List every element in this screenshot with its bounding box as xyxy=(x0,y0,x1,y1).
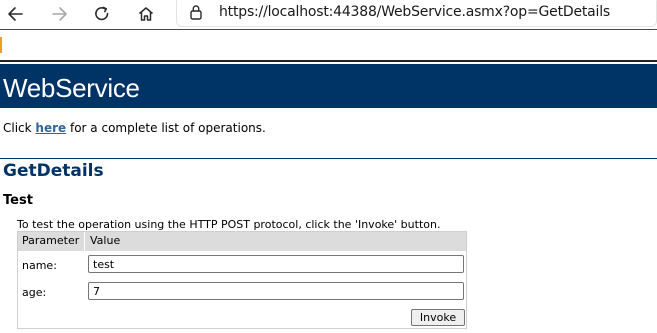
refresh-icon[interactable] xyxy=(89,1,115,27)
age-label: age: xyxy=(22,286,47,299)
operation-title: GetDetails xyxy=(3,161,104,181)
test-instructions: To test the operation using the HTTP POS… xyxy=(17,218,441,231)
intro-prefix: Click xyxy=(3,121,36,135)
section-divider xyxy=(0,158,657,159)
age-input[interactable] xyxy=(88,282,464,300)
test-section-title: Test xyxy=(3,193,33,208)
page-title: WebService xyxy=(3,73,140,103)
operations-list-link[interactable]: here xyxy=(35,121,66,135)
name-label: name: xyxy=(22,259,57,272)
home-icon[interactable] xyxy=(133,1,159,27)
forward-arrow-icon[interactable] xyxy=(47,1,73,27)
content-top-border xyxy=(0,60,657,62)
table-header-value: Value xyxy=(90,234,121,247)
lock-icon[interactable] xyxy=(189,4,203,24)
back-arrow-icon[interactable] xyxy=(2,1,28,27)
invoke-button[interactable]: Invoke xyxy=(411,309,465,326)
page-edge-marker xyxy=(0,37,2,53)
intro-text: Click here for a complete list of operat… xyxy=(3,121,266,135)
intro-suffix: for a complete list of operations. xyxy=(66,121,266,135)
header-divider xyxy=(84,232,85,251)
table-header-row: Parameter Value xyxy=(18,232,466,251)
address-url[interactable]: https://localhost:44388/WebService.asmx?… xyxy=(219,4,610,20)
parameter-table: Parameter Value name: age: Invoke xyxy=(17,231,467,329)
table-header-parameter: Parameter xyxy=(22,234,80,247)
name-input[interactable] xyxy=(88,255,464,273)
toolbar-divider xyxy=(0,29,657,30)
browser-toolbar: https://localhost:44388/WebService.asmx?… xyxy=(0,0,657,28)
